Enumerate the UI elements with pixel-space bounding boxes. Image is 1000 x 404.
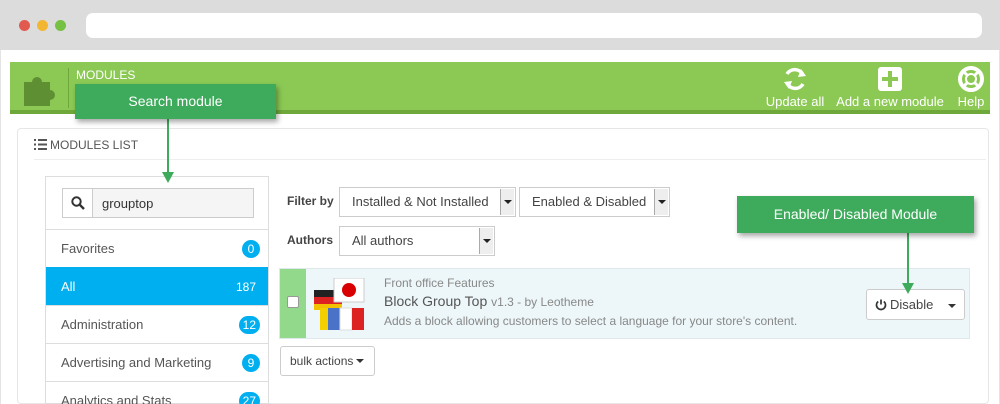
search-module-callout: Search module [75,84,276,119]
search-callout-arrowhead [162,172,174,183]
enabled-callout-arrowhead [902,283,914,294]
enabled-disabled-callout: Enabled/ Disabled Module [737,196,974,233]
